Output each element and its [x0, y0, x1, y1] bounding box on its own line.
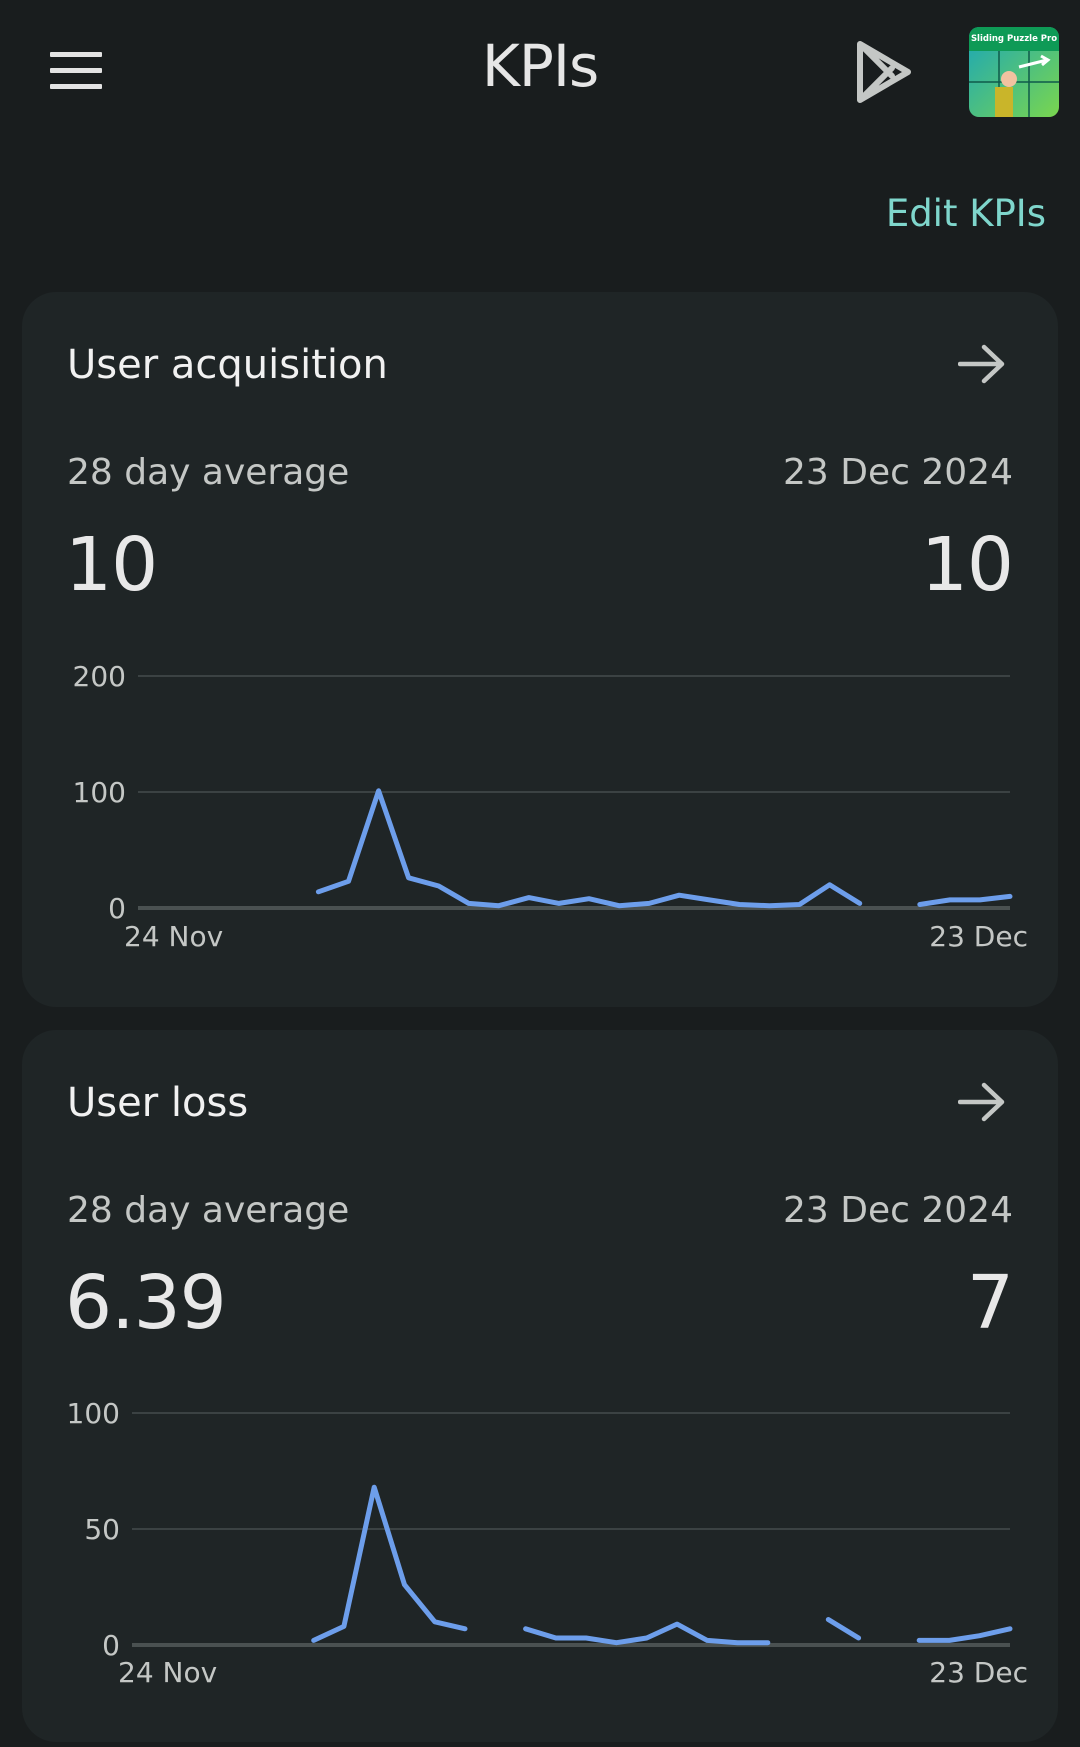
x-tick-label: 24 Nov — [124, 920, 223, 953]
series-line — [523, 1621, 771, 1646]
y-tick-label: 200 — [73, 660, 126, 693]
x-tick-label: 23 Dec — [929, 1656, 1028, 1689]
kpi-card-user-acquisition[interactable]: User acquisition 28 day average 23 Dec 2… — [22, 292, 1058, 1007]
google-play-icon[interactable] — [852, 38, 916, 106]
y-tick-label: 100 — [73, 776, 126, 809]
page-title: KPIs — [481, 32, 599, 100]
app-icon-label: Sliding Puzzle Pro — [970, 34, 1058, 44]
series-line — [825, 1617, 862, 1641]
y-tick-label: 100 — [67, 1397, 120, 1430]
series-line — [311, 1484, 468, 1643]
kpi-card-user-loss[interactable]: User loss 28 day average 23 Dec 2024 6.3… — [22, 1030, 1058, 1742]
user-acquisition-chart: 010020024 Nov 23 Dec — [73, 660, 1028, 953]
edit-kpis-link[interactable]: Edit KPIs — [886, 192, 1046, 235]
top-app-bar: KPIs Sliding Puzzle Pro — [0, 0, 1080, 145]
series-line — [916, 1626, 1013, 1643]
app-icon[interactable]: Sliding Puzzle Pro — [969, 27, 1059, 117]
series-line — [917, 893, 1013, 907]
user-loss-chart: 05010024 Nov 23 Dec — [67, 1397, 1028, 1689]
y-tick-label: 50 — [84, 1513, 120, 1546]
x-tick-label: 23 Dec — [929, 920, 1028, 953]
series-line — [315, 788, 863, 909]
x-tick-label: 24 Nov — [118, 1656, 217, 1689]
